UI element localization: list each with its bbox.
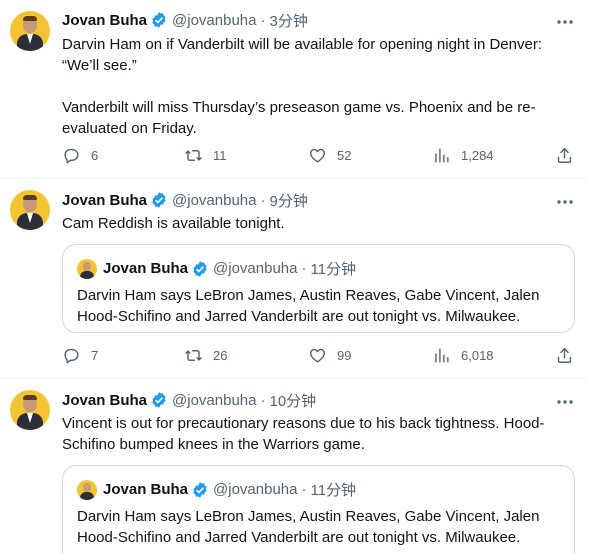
more-icon[interactable] xyxy=(555,15,575,29)
quoted-tweet-time: 11分钟 xyxy=(310,482,357,499)
retweet-icon xyxy=(185,150,202,161)
verified-badge-icon xyxy=(193,481,207,498)
views-icon xyxy=(435,348,449,363)
views-icon xyxy=(435,148,449,163)
more-icon[interactable] xyxy=(555,195,575,209)
like-button[interactable]: 52 xyxy=(308,146,351,165)
quoted-author-name: Jovan Buha xyxy=(103,481,189,498)
tweet-header: Jovan Buha @jovanbuha · 9分钟 xyxy=(62,190,308,211)
quoted-tweet-header: Jovan Buha @jovanbuha · 11分钟 xyxy=(77,479,356,500)
avatar[interactable] xyxy=(10,390,50,430)
retweet-button[interactable]: 11 xyxy=(184,146,227,165)
views-button[interactable]: 6,018 xyxy=(432,346,494,365)
tweet-text: Cam Reddish is available tonight. xyxy=(62,215,285,232)
avatar[interactable] xyxy=(10,11,50,51)
reply-icon xyxy=(64,348,79,364)
author-handle[interactable]: @jovanbuha xyxy=(172,12,256,29)
tweet-text: Vincent is out for precautionary reasons… xyxy=(62,415,545,453)
quoted-avatar xyxy=(77,258,97,279)
tweet-time[interactable]: 9分钟 xyxy=(270,190,308,211)
like-count: 99 xyxy=(337,348,352,363)
like-icon xyxy=(309,348,326,363)
retweet-count: 11 xyxy=(213,148,227,163)
share-button[interactable] xyxy=(555,146,574,165)
quoted-tweet-text: Darvin Ham says LeBron James, Austin Rea… xyxy=(77,508,540,546)
tweet[interactable]: Jovan Buha @jovanbuha · 9分钟 Cam Reddish … xyxy=(0,179,589,379)
share-button[interactable] xyxy=(555,346,574,365)
quoted-author-handle: @jovanbuha xyxy=(213,260,298,277)
share-icon xyxy=(557,148,572,163)
verified-badge-icon xyxy=(152,192,166,208)
author-handle[interactable]: @jovanbuha xyxy=(172,192,256,209)
quoted-tweet[interactable]: Jovan Buha @jovanbuha · 11分钟 Darvin Ham … xyxy=(62,465,575,554)
tweet[interactable]: Jovan Buha @jovanbuha · 3分钟 Darvin Ham o… xyxy=(0,0,589,179)
like-count: 52 xyxy=(337,148,352,163)
reply-button[interactable]: 7 xyxy=(62,346,98,365)
author-handle[interactable]: @jovanbuha xyxy=(172,392,256,409)
quoted-author-name: Jovan Buha xyxy=(103,260,189,277)
quoted-tweet-header: Jovan Buha @jovanbuha · 11分钟 xyxy=(77,258,356,279)
tweet[interactable]: Jovan Buha @jovanbuha · 10分钟 Vincent is … xyxy=(0,379,589,554)
avatar[interactable] xyxy=(10,190,50,230)
tweet-header: Jovan Buha @jovanbuha · 10分钟 xyxy=(62,390,317,411)
quoted-tweet[interactable]: Jovan Buha @jovanbuha · 11分钟 Darvin Ham … xyxy=(62,244,575,333)
author-name[interactable]: Jovan Buha xyxy=(62,12,147,29)
reply-count: 6 xyxy=(91,148,99,163)
retweet-count: 26 xyxy=(213,348,228,363)
author-name[interactable]: Jovan Buha xyxy=(62,392,147,409)
verified-badge-icon xyxy=(193,260,207,277)
quoted-tweet-time: 11分钟 xyxy=(310,261,357,278)
views-count: 1,284 xyxy=(461,148,494,163)
author-name[interactable]: Jovan Buha xyxy=(62,192,147,209)
tweet-time[interactable]: 3分钟 xyxy=(270,10,308,31)
tweet-header: Jovan Buha @jovanbuha · 3分钟 xyxy=(62,10,308,31)
action-bar: 6 11 52 1,284 xyxy=(62,146,578,166)
verified-badge-icon xyxy=(152,12,166,28)
retweet-icon xyxy=(185,350,202,361)
quoted-avatar xyxy=(77,479,97,500)
verified-badge-icon xyxy=(152,392,166,408)
like-button[interactable]: 99 xyxy=(308,346,351,365)
more-icon[interactable] xyxy=(555,395,575,409)
tweet-text: Darvin Ham on if Vanderbilt will be avai… xyxy=(62,36,542,137)
views-count: 6,018 xyxy=(461,348,494,363)
like-icon xyxy=(309,148,326,163)
quoted-tweet-text: Darvin Ham says LeBron James, Austin Rea… xyxy=(77,287,540,325)
reply-button[interactable]: 6 xyxy=(62,146,98,165)
quoted-author-handle: @jovanbuha xyxy=(213,481,298,498)
reply-count: 7 xyxy=(91,348,99,363)
tweet-time[interactable]: 10分钟 xyxy=(270,390,317,411)
action-bar: 7 26 99 6,018 xyxy=(62,346,578,366)
retweet-button[interactable]: 26 xyxy=(184,346,227,365)
reply-icon xyxy=(64,148,79,164)
views-button[interactable]: 1,284 xyxy=(432,146,494,165)
share-icon xyxy=(557,348,572,363)
